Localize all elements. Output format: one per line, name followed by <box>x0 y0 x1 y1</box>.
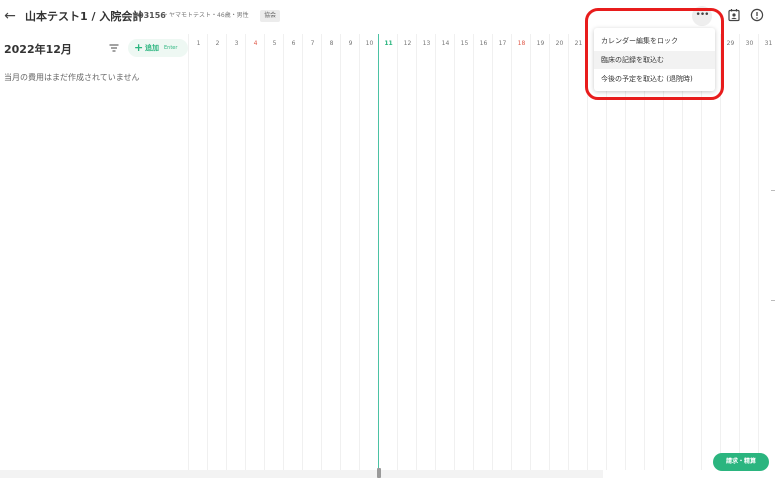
edge-tick <box>771 190 775 191</box>
day-column <box>739 34 758 470</box>
arrow-left-icon[interactable]: ← <box>3 8 17 24</box>
day-column <box>321 34 340 470</box>
patient-id: 03156 <box>138 11 166 20</box>
day-number: 1 <box>196 40 201 47</box>
day-number: 3 <box>234 40 239 47</box>
month-title: 2022年12月 <box>4 43 72 56</box>
info-icon[interactable] <box>750 8 764 22</box>
day-column <box>720 34 739 470</box>
day-number: 12 <box>403 40 412 47</box>
add-button-label: 追加 <box>145 44 159 52</box>
scroll-handle[interactable] <box>377 468 381 478</box>
add-shortcut-hint: Enter <box>164 45 178 51</box>
day-column <box>264 34 283 470</box>
day-number: 7 <box>310 40 315 47</box>
add-button[interactable]: + 追加 Enter <box>128 39 188 57</box>
patient-meta: ・ヤマモトテスト・46歳・男性 <box>163 12 249 19</box>
day-number: 31 <box>764 40 773 47</box>
day-number: 30 <box>745 40 754 47</box>
day-column <box>207 34 226 470</box>
day-column <box>226 34 245 470</box>
day-column <box>245 34 264 470</box>
day-number: 15 <box>460 40 469 47</box>
insurance-badge: 協会 <box>260 10 281 22</box>
day-column <box>758 34 775 470</box>
day-column <box>568 34 587 470</box>
day-column <box>359 34 378 470</box>
day-number: 16 <box>479 40 488 47</box>
day-number: 18 <box>517 40 526 47</box>
day-column <box>283 34 302 470</box>
day-column <box>473 34 492 470</box>
day-column <box>397 34 416 470</box>
page-title: 山本テスト1 / 入院会計 <box>25 10 144 23</box>
day-number: 10 <box>365 40 374 47</box>
day-number: 20 <box>555 40 564 47</box>
day-column <box>492 34 511 470</box>
filter-icon[interactable] <box>108 42 120 54</box>
day-column <box>454 34 473 470</box>
day-number: 5 <box>272 40 277 47</box>
calendar-person-icon[interactable] <box>727 8 741 22</box>
day-number: 14 <box>441 40 450 47</box>
day-number: 4 <box>253 40 258 47</box>
horizontal-scrollbar[interactable] <box>0 470 603 478</box>
day-column <box>416 34 435 470</box>
day-column <box>511 34 530 470</box>
day-number: 13 <box>422 40 431 47</box>
day-number: 19 <box>536 40 545 47</box>
day-column <box>549 34 568 470</box>
day-number: 6 <box>291 40 296 47</box>
day-number: 8 <box>329 40 334 47</box>
day-number: 2 <box>215 40 220 47</box>
day-column <box>340 34 359 470</box>
day-column <box>435 34 454 470</box>
plus-icon: + <box>134 41 144 54</box>
day-column <box>188 34 207 470</box>
menu-highlight-outline <box>585 8 724 100</box>
billing-button[interactable]: 請求・精算 <box>713 453 769 471</box>
day-number: 11 <box>384 40 393 47</box>
empty-state-message: 当月の費用はまだ作成されていません <box>4 73 140 82</box>
today-marker-line <box>378 34 397 470</box>
day-number: 9 <box>348 40 353 47</box>
day-column <box>302 34 321 470</box>
edge-tick <box>771 300 775 301</box>
day-column <box>530 34 549 470</box>
day-number: 17 <box>498 40 507 47</box>
